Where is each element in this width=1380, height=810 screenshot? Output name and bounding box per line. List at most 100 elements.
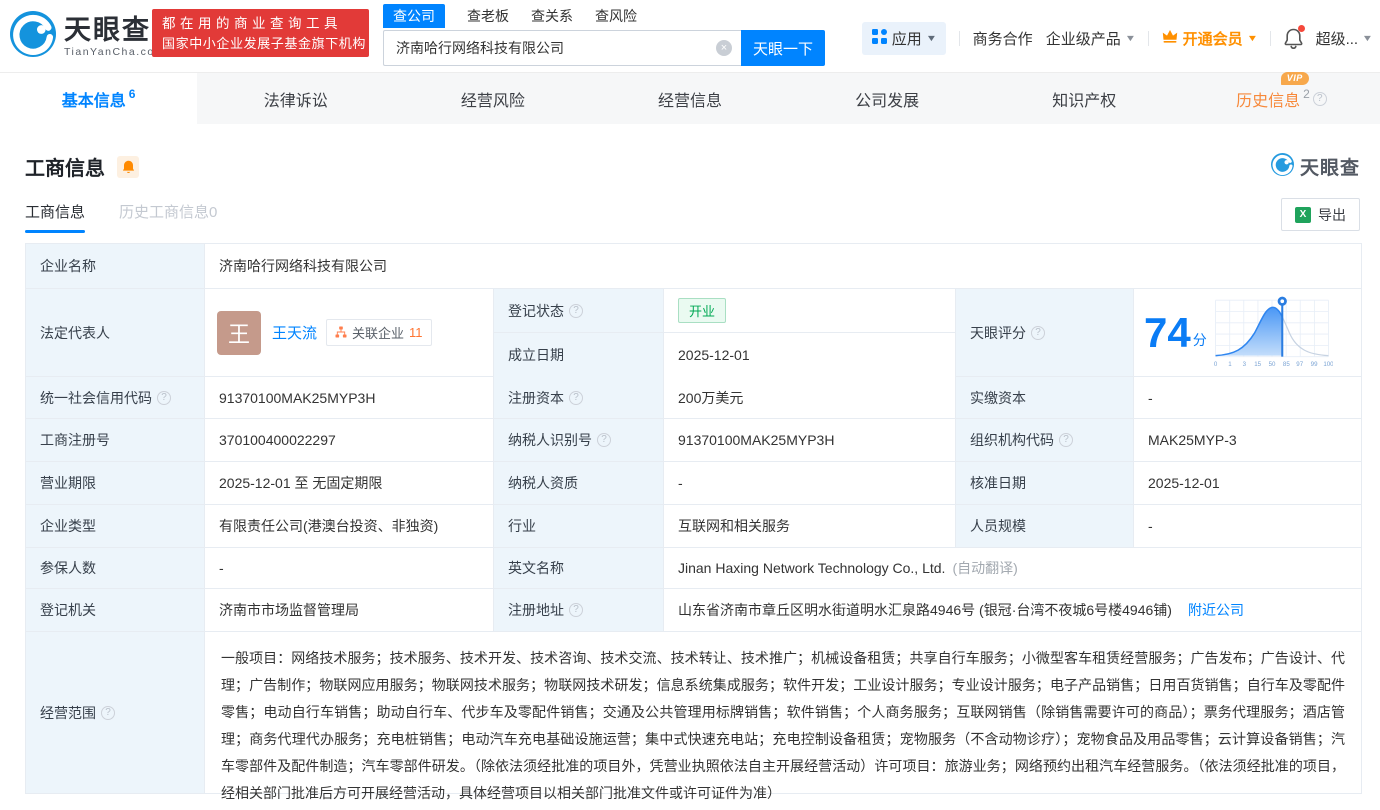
section-title: 工商信息 [25,152,105,181]
chevron-down-icon [925,33,937,43]
legal-rep-cell: 王 王天流 关联企业 11 [205,289,494,377]
help-icon[interactable] [569,603,583,617]
search-input[interactable] [383,30,741,66]
table-row-reg-no: 工商注册号 370100400022297 纳税人识别号 91370100MAK… [26,419,1361,462]
related-companies-badge[interactable]: 关联企业 11 [326,319,432,346]
divider [1270,31,1271,46]
svg-text:100: 100 [1323,361,1333,368]
table-row-biz-scope: 经营范围 一般项目：网络技术服务；技术服务、技术开发、技术咨询、技术交流、技术转… [26,632,1361,793]
promo-banner[interactable]: 都在用的商业查询工具 国家中小企业发展子基金旗下机构 [152,9,369,57]
table-row-biz-term: 营业期限 2025-12-01 至 无固定期限 纳税人资质 - 核准日期 202… [26,462,1361,505]
uscc-value: 91370100MAK25MYP3H [205,377,494,419]
est-date-value: 2025-12-01 [664,333,956,377]
approval-date-value: 2025-12-01 [1134,462,1361,505]
help-icon[interactable] [1313,92,1327,106]
field-label: 统一社会信用代码 [26,377,205,419]
tianyancha-logo[interactable]: 天眼查 TianYanCha.com [10,11,165,62]
apps-menu[interactable]: 应用 [862,22,946,55]
svg-text:99: 99 [1310,361,1317,368]
insured-count-value: - [205,548,494,589]
svg-text:85: 85 [1283,361,1290,368]
top-nav: 应用 商务合作 企业级产品 开通会员 [862,22,1372,54]
org-code-value: MAK25MYP-3 [1134,419,1361,462]
search-tab-company[interactable]: 查公司 [383,4,445,28]
nav-cooperation[interactable]: 商务合作 [973,28,1033,49]
chevron-down-icon [1362,33,1374,43]
field-label: 营业期限 [26,462,205,505]
field-label: 工商注册号 [26,419,205,462]
table-row-reg-authority: 登记机关 济南市市场监督管理局 注册地址 山东省济南市章丘区明水街道明水汇泉路4… [26,589,1361,632]
divider [1148,31,1149,46]
english-name-value: Jinan Haxing Network Technology Co., Ltd… [664,548,1361,589]
export-button[interactable]: 导出 [1281,198,1360,231]
svg-text:15: 15 [1254,361,1261,368]
status-badge: 开业 [678,298,726,323]
field-label: 成立日期 [494,333,664,377]
logo-swirl-icon [10,11,56,62]
field-label: 注册资本 [494,377,664,419]
field-label: 法定代表人 [26,289,205,377]
apps-grid-icon [872,29,887,48]
monitor-bell-icon[interactable] [117,156,139,178]
table-row-insured: 参保人数 - 英文名称 Jinan Haxing Network Technol… [26,548,1361,589]
help-icon[interactable] [1059,433,1073,447]
help-icon[interactable] [569,304,583,318]
help-icon[interactable] [597,433,611,447]
search-area: 查公司 查老板 查关系 查风险 天眼一下 [383,3,825,66]
reg-status-value: 开业 [664,289,956,332]
field-label: 企业类型 [26,505,205,548]
table-row-legal-rep: 法定代表人 王 王天流 关联企业 11 [26,289,1361,377]
crown-icon [1162,29,1178,47]
score-value: 74 [1144,312,1191,354]
clear-search-icon[interactable] [716,40,732,56]
tab-count: 2 [1303,87,1310,101]
field-label: 英文名称 [494,548,664,589]
svg-text:1: 1 [1228,361,1232,368]
tianyan-score-cell[interactable]: 74 分 [1134,289,1361,377]
brand-name: 天眼查 [64,16,165,44]
svg-text:0: 0 [1214,361,1218,368]
tab-history-info[interactable]: VIP 历史信息 2 [1183,73,1380,124]
excel-icon [1295,207,1311,223]
nearby-companies-link[interactable]: 附近公司 [1188,600,1244,620]
status-date-subgrid: 登记状态 开业 成立日期 2025-12-01 [494,289,956,377]
watermark-logo: 天眼查 [1271,153,1360,181]
field-label: 纳税人资质 [494,462,664,505]
subtab-business-info[interactable]: 工商信息 [25,201,85,233]
subtab-history-business-info[interactable]: 历史工商信息0 [119,201,217,233]
search-button[interactable]: 天眼一下 [741,30,825,66]
score-unit: 分 [1193,330,1207,350]
address-value: 山东省济南市章丘区明水街道明水汇泉路4946号 (银冠·台湾不夜城6号楼4946… [664,589,1361,632]
tab-basic-info[interactable]: 基本信息 6 [0,73,197,124]
chevron-down-icon [1246,33,1258,43]
nav-enterprise-products[interactable]: 企业级产品 [1046,28,1135,49]
search-tab-boss[interactable]: 查老板 [467,6,509,26]
field-label: 人员规模 [956,505,1134,548]
help-icon[interactable] [1031,326,1045,340]
legal-rep-link[interactable]: 王天流 [272,322,317,343]
field-label: 实缴资本 [956,377,1134,419]
auto-translate-note: (自动翻译) [952,558,1017,578]
field-label: 经营范围 [26,632,205,793]
avatar[interactable]: 王 [217,311,261,355]
table-row-company-name: 企业名称 济南哈行网络科技有限公司 [26,244,1361,289]
help-icon[interactable] [569,391,583,405]
tab-operating-risk[interactable]: 经营风险 [394,73,591,124]
nav-super-vip[interactable]: 超级... [1316,28,1372,49]
help-icon[interactable] [157,391,171,405]
search-tab-risk[interactable]: 查风险 [595,6,637,26]
taxpayer-id-value: 91370100MAK25MYP3H [664,419,956,462]
notification-bell-icon[interactable] [1284,28,1303,49]
field-label: 企业名称 [26,244,205,289]
company-page-tabs: 基本信息 6 法律诉讼 经营风险 经营信息 公司发展 知识产权 VIP 历史信息… [0,72,1380,124]
help-icon[interactable] [101,706,115,720]
tab-company-development[interactable]: 公司发展 [789,73,986,124]
company-type-value: 有限责任公司(港澳台投资、非独资) [205,505,494,548]
tab-intellectual-property[interactable]: 知识产权 [986,73,1183,124]
logo-swirl-icon [1271,153,1294,181]
tab-operating-info[interactable]: 经营信息 [591,73,788,124]
search-tab-relation[interactable]: 查关系 [531,6,573,26]
tab-count: 6 [129,87,136,101]
nav-open-vip[interactable]: 开通会员 [1162,28,1257,49]
tab-legal-proceedings[interactable]: 法律诉讼 [197,73,394,124]
